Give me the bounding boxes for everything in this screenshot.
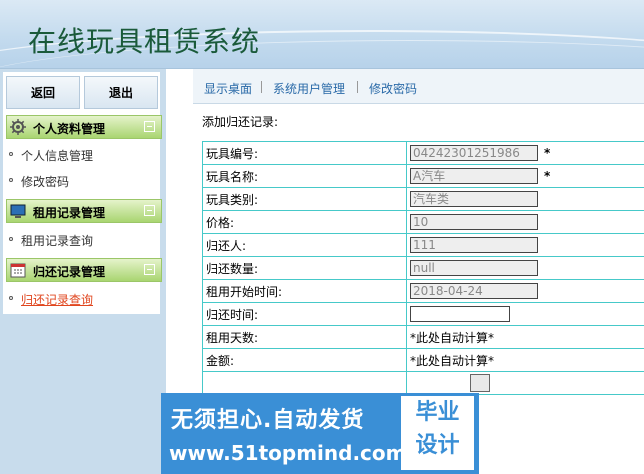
form-row: 租用开始时间: 2018-04-24	[202, 279, 644, 303]
collapse-icon[interactable]	[144, 121, 155, 132]
section-title: 个人资料管理	[33, 122, 106, 136]
nav-divider	[261, 81, 262, 93]
watermark-url: www.51topmind.com	[169, 441, 407, 465]
field-cell: null	[406, 256, 644, 280]
form-row: 价格: 10	[202, 210, 644, 234]
sidebar-item-label: 个人信息管理	[21, 149, 94, 163]
bullet-icon	[9, 178, 13, 182]
sidebar-item-return-query[interactable]: 归还记录查询	[6, 288, 162, 310]
form-row: 租用天数: *此处自动计算*	[202, 325, 644, 349]
sidebar-item-change-password[interactable]: 修改密码	[6, 170, 162, 192]
field-cell: 10	[406, 210, 644, 234]
tab-user-management[interactable]: 系统用户管理	[273, 80, 345, 97]
required-mark: *	[544, 168, 551, 183]
calendar-icon	[10, 262, 26, 278]
section-title: 租用记录管理	[33, 206, 106, 220]
return-record-form: 玩具编号: 04242301251986 * 玩具名称: A汽车 * 玩具类别: 汽…	[202, 141, 644, 395]
section-return-records[interactable]: 归还记录管理	[6, 258, 162, 282]
bullet-icon	[9, 296, 13, 300]
form-row: 归还时间:	[202, 302, 644, 326]
amount-value: *此处自动计算*	[406, 348, 644, 372]
required-mark: *	[544, 145, 551, 160]
form-row: 归还人: 111	[202, 233, 644, 257]
sidebar: 返回 退出 个人资料管理 个人信息管理 修改密码 租用记录管理 租用记录查询 归…	[0, 69, 166, 474]
field-cell: 111	[406, 233, 644, 257]
field-label: 金额:	[202, 348, 407, 372]
field-cell	[406, 371, 644, 395]
bullet-icon	[9, 237, 13, 241]
price-input[interactable]: 10	[410, 214, 538, 230]
back-button[interactable]: 返回	[6, 76, 80, 109]
tab-desktop[interactable]: 显示桌面	[204, 80, 252, 97]
form-row: 玩具编号: 04242301251986 *	[202, 141, 644, 165]
sidebar-item-label: 归还记录查询	[21, 293, 94, 307]
form-row: 玩具名称: A汽车 *	[202, 164, 644, 188]
bullet-icon	[9, 152, 13, 156]
sidebar-item-label: 租用记录查询	[21, 234, 94, 248]
sidebar-panel: 返回 退出 个人资料管理 个人信息管理 修改密码 租用记录管理 租用记录查询 归…	[3, 72, 162, 314]
sidebar-item-rental-query[interactable]: 租用记录查询	[6, 229, 162, 251]
sidebar-item-label: 修改密码	[21, 175, 70, 189]
sidebar-top-buttons: 返回 退出	[6, 76, 162, 110]
field-label: 玩具类别:	[202, 187, 407, 211]
section-profile-management[interactable]: 个人资料管理	[6, 115, 162, 139]
return-quantity-input[interactable]: null	[410, 260, 538, 276]
field-cell: 汽车类	[406, 187, 644, 211]
toy-name-input[interactable]: A汽车	[410, 168, 538, 184]
section-title: 归还记录管理	[33, 265, 106, 279]
top-nav: 显示桌面 系统用户管理 修改密码	[193, 69, 644, 104]
watermark-slogan: 无须担心.自动发货	[171, 408, 365, 433]
field-cell	[406, 302, 644, 326]
watermark-banner: 无须担心.自动发货 www.51topmind.com 毕业 设计	[161, 393, 479, 474]
logout-button[interactable]: 退出	[84, 76, 158, 109]
field-cell: 2018-04-24	[406, 279, 644, 303]
watermark-logo-line: 毕业	[415, 400, 460, 425]
return-time-input[interactable]	[410, 306, 510, 322]
form-row	[202, 371, 644, 395]
field-label: 玩具编号:	[202, 141, 407, 165]
toy-id-input[interactable]: 04242301251986	[410, 145, 538, 161]
section-rental-records[interactable]: 租用记录管理	[6, 199, 162, 223]
gear-icon	[10, 119, 26, 135]
field-label: 归还时间:	[202, 302, 407, 326]
nav-divider	[357, 81, 358, 93]
form-row: 金额: *此处自动计算*	[202, 348, 644, 372]
rental-days-value: *此处自动计算*	[406, 325, 644, 349]
app-title: 在线玩具租赁系统	[28, 25, 261, 58]
monitor-icon	[10, 203, 26, 219]
form-row: 玩具类别: 汽车类	[202, 187, 644, 211]
field-label: 归还人:	[202, 233, 407, 257]
returner-input[interactable]: 111	[410, 237, 538, 253]
page-title: 添加归还记录:	[202, 115, 279, 129]
collapse-icon[interactable]	[144, 205, 155, 216]
field-cell: A汽车 *	[406, 164, 644, 188]
sidebar-item-personal-info[interactable]: 个人信息管理	[6, 144, 162, 166]
field-label: 租用开始时间:	[202, 279, 407, 303]
watermark-logo-line: 设计	[415, 433, 460, 458]
field-label	[202, 371, 407, 395]
tab-change-password[interactable]: 修改密码	[369, 80, 417, 97]
field-label: 价格:	[202, 210, 407, 234]
submit-button[interactable]	[470, 374, 490, 392]
app-header: 在线玩具租赁系统	[0, 0, 644, 69]
rental-start-input[interactable]: 2018-04-24	[410, 283, 538, 299]
watermark-logo: 毕业 设计	[401, 396, 474, 470]
field-label: 玩具名称:	[202, 164, 407, 188]
toy-category-input[interactable]: 汽车类	[410, 191, 538, 207]
field-cell: 04242301251986 *	[406, 141, 644, 165]
field-label: 归还数量:	[202, 256, 407, 280]
form-row: 归还数量: null	[202, 256, 644, 280]
field-label: 租用天数:	[202, 325, 407, 349]
collapse-icon[interactable]	[144, 264, 155, 275]
